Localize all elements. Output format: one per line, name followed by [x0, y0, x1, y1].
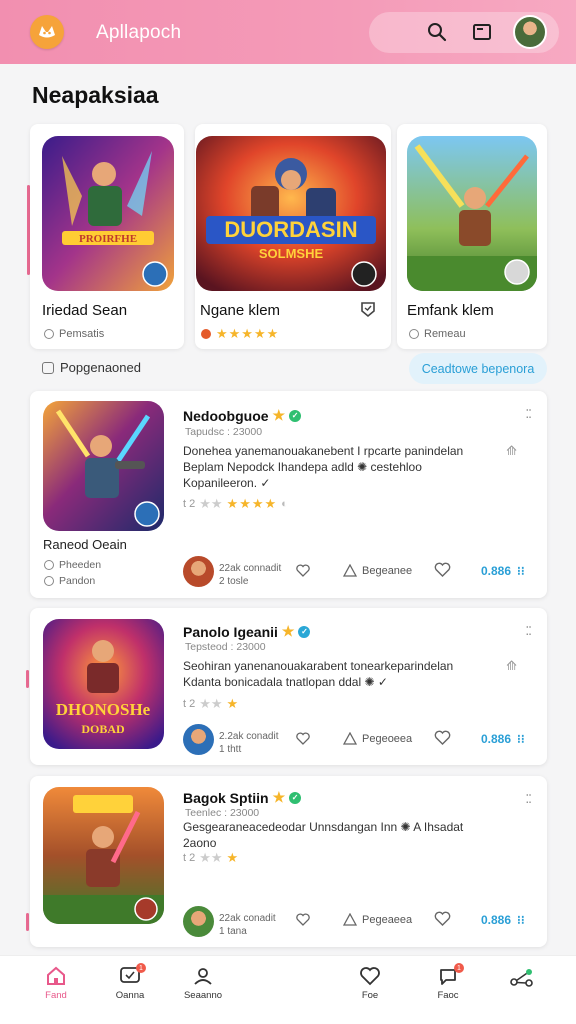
- featured-card[interactable]: PROIRFHE Iriedad Sean Pemsatis: [30, 124, 184, 349]
- notification-badge: 1: [454, 963, 464, 973]
- item-rating: t 2 ★★ ★: [183, 850, 240, 865]
- item-subtitle: Teenlec : 23000: [185, 807, 260, 819]
- nav-chat[interactable]: 1 Oanna: [100, 963, 160, 1001]
- author-avatar[interactable]: [183, 906, 214, 937]
- list-icon: ⁝⁝: [517, 732, 525, 746]
- item-rating: t 2 ★★ ★★★★ ◐: [183, 496, 288, 511]
- item-meta: 2.2ak conadit 1 thtt: [219, 731, 279, 755]
- svg-text:DHONOSHe: DHONOSHe: [56, 700, 151, 719]
- notification-badge: 1: [136, 963, 146, 973]
- featured-sub: Remeau: [409, 328, 466, 340]
- nav-share[interactable]: [492, 966, 552, 992]
- app-title: Apllapoch: [96, 22, 182, 43]
- game-art-image: DUORDASIN SOLMSHE: [196, 136, 386, 291]
- item-left-title: Raneod Oeain: [43, 537, 127, 552]
- list-card[interactable]: Nedoobguoe ★ ✓ Tapudsc : 23000 Donehea yan…: [30, 391, 547, 598]
- verified-icon: ✓: [298, 625, 311, 638]
- svg-text:PROIRFHE: PROIRFHE: [79, 233, 137, 245]
- list-card[interactable]: Bagok Sptiin ★ ✓ Teenlec : 23000 Gesgearan…: [30, 776, 547, 947]
- item-description: Donehea yanemanouakanebent I rpcarte pan…: [183, 444, 464, 490]
- share-icon[interactable]: ⟰: [506, 658, 517, 674]
- item-count: 0.886 ⁝⁝: [481, 732, 525, 746]
- status-icon: [44, 329, 54, 339]
- verified-icon: ✓: [289, 791, 302, 804]
- item-count: 0.886 ⁝⁝: [481, 913, 525, 927]
- star-icon: ★: [272, 789, 286, 805]
- like-icon[interactable]: [434, 911, 451, 926]
- featured-name: Emfank klem: [407, 302, 494, 319]
- list-icon: ⁝⁝: [517, 564, 525, 578]
- star-icon: ★: [272, 407, 286, 423]
- user-avatar[interactable]: [513, 15, 547, 49]
- featured-rating: ★★★★★: [201, 326, 279, 342]
- featured-card[interactable]: Emfank klem Remeau: [397, 124, 547, 349]
- share-icon[interactable]: ⟰: [506, 443, 517, 459]
- more-icon[interactable]: ⁚⁚: [525, 624, 532, 638]
- item-left-line: Pheeden: [44, 559, 101, 571]
- nav-profile[interactable]: Seaanno: [173, 966, 233, 1001]
- featured-sub: Pemsatis: [44, 328, 104, 340]
- svg-text:DOBAD: DOBAD: [81, 722, 125, 736]
- star-icon: ★: [281, 623, 295, 639]
- author-avatar[interactable]: [183, 556, 214, 587]
- action-button[interactable]: Pegeaeea: [343, 913, 412, 926]
- filter-checkbox[interactable]: Popgenaoned: [42, 360, 141, 375]
- item-description: Seohiran yanenanouakarabent tonearkepari…: [183, 659, 454, 689]
- item-title: Bagok Sptiin ★ ✓: [183, 789, 302, 806]
- app-header: Apllapoch: [0, 0, 576, 64]
- badge-icon: [201, 329, 211, 339]
- nav-favorites[interactable]: Foe: [340, 966, 400, 1001]
- heart-icon[interactable]: [296, 564, 310, 577]
- item-title: Panolo Igeanii ★ ✓: [183, 623, 311, 640]
- scroll-accent: [26, 913, 29, 931]
- author-avatar[interactable]: [183, 724, 214, 755]
- search-icon[interactable]: [425, 20, 449, 44]
- featured-name: Ngane klem: [200, 302, 281, 319]
- share-network-icon: [510, 969, 533, 987]
- game-art-image: [407, 136, 537, 291]
- list-icon: ⁝⁝: [517, 913, 525, 927]
- section-title: Neapaksiaa: [32, 82, 159, 108]
- action-button[interactable]: Begeanee: [343, 564, 412, 577]
- featured-name: Iriedad Sean: [42, 302, 128, 319]
- like-icon[interactable]: [434, 562, 451, 577]
- status-icon: [409, 329, 419, 339]
- item-count: 0.886 ⁝⁝: [481, 564, 525, 578]
- item-left-line: Pandon: [44, 575, 95, 587]
- game-art-image: [43, 401, 164, 531]
- list-card[interactable]: DHONOSHe DOBAD Panolo Igeanii ★ ✓ Tepsteod…: [30, 608, 547, 765]
- svg-text:DUORDASIN: DUORDASIN: [224, 217, 357, 242]
- heart-icon: [360, 967, 380, 986]
- game-art-image: [43, 787, 164, 924]
- more-icon[interactable]: ⁚⁚: [525, 792, 532, 806]
- window-icon[interactable]: [470, 20, 494, 44]
- nav-home[interactable]: Fand: [26, 966, 86, 1001]
- checkbox-icon[interactable]: [42, 361, 54, 374]
- heart-icon[interactable]: [296, 913, 310, 926]
- like-icon[interactable]: [434, 730, 451, 745]
- more-icon[interactable]: ⁚⁚: [525, 407, 532, 421]
- heart-icon[interactable]: [296, 732, 310, 745]
- filter-button[interactable]: Ceadtowe bepenora: [409, 353, 547, 384]
- action-button[interactable]: Pegeoeea: [343, 732, 412, 745]
- game-art-image: PROIRFHE: [42, 136, 174, 291]
- svg-text:SOLMSHE: SOLMSHE: [259, 246, 324, 261]
- item-subtitle: Tepsteod : 23000: [185, 641, 266, 653]
- item-meta: 22ak conadit 1 tana: [219, 913, 276, 937]
- verified-icon: ✓: [289, 409, 302, 422]
- featured-card[interactable]: DUORDASIN SOLMSHE Ngane klem ★★★★★: [195, 124, 391, 349]
- item-rating: t 2 ★★ ★: [183, 696, 240, 711]
- bottom-nav: Fand 1 Oanna Seaanno Foe 1 Faoc: [0, 955, 576, 1024]
- game-art-image: DHONOSHe DOBAD: [43, 619, 164, 749]
- app-logo-icon[interactable]: [30, 15, 64, 49]
- home-icon: [47, 966, 65, 985]
- nav-comments[interactable]: 1 Faoc: [418, 963, 478, 1001]
- profile-icon: [194, 968, 212, 985]
- item-title: Nedoobguoe ★ ✓: [183, 407, 302, 424]
- bookmark-icon[interactable]: [359, 300, 377, 323]
- scroll-accent: [26, 670, 29, 688]
- item-meta: 22ak connadit 2 tosle: [219, 563, 282, 587]
- item-description: Gesgearaneacedeodar Unnsdangan Inn ✺ A I…: [183, 820, 464, 850]
- item-subtitle: Tapudsc : 23000: [185, 426, 263, 438]
